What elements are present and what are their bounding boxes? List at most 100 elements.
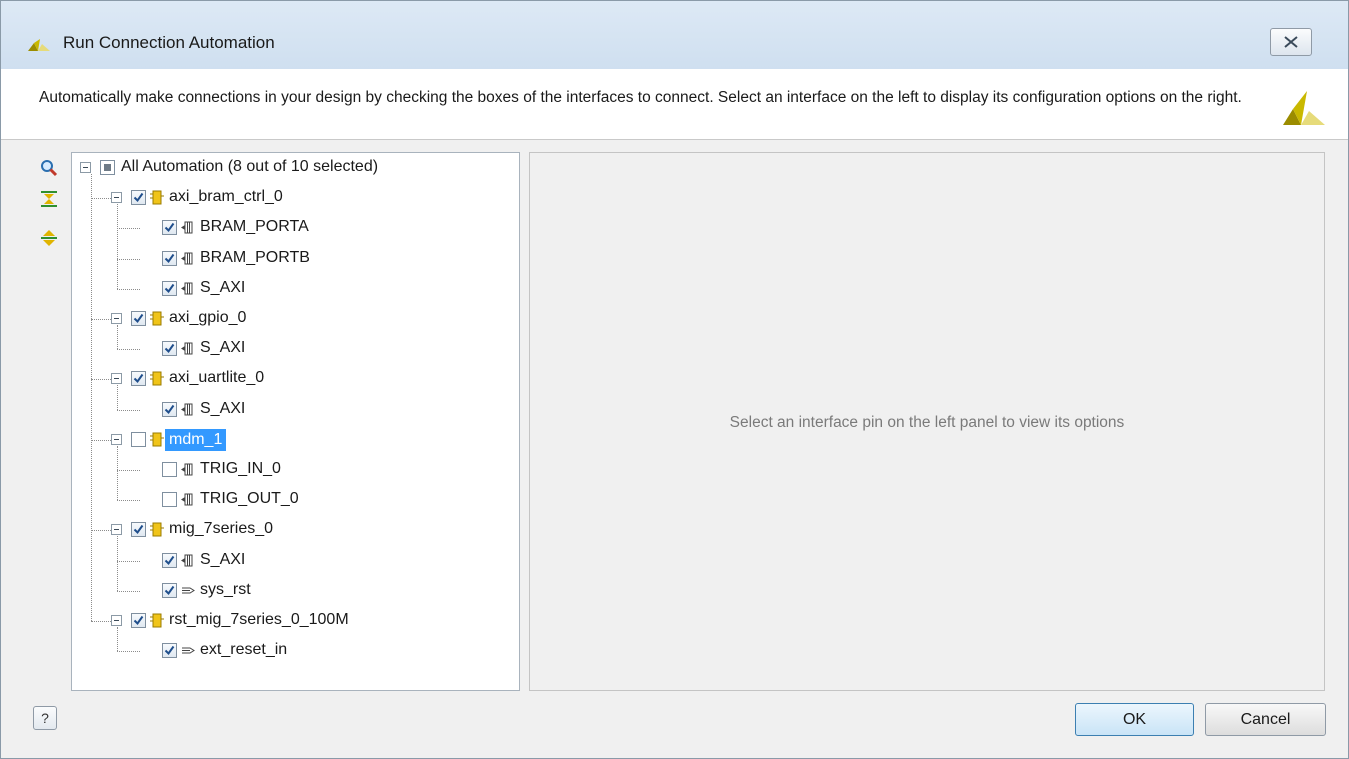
collapse-toggle-icon[interactable] [111,615,122,626]
help-button[interactable]: ? [33,706,57,730]
tree-label: S_AXI [200,399,246,417]
tree-label: All Automation (8 out of 10 selected) [121,158,379,175]
tree-connector [117,325,118,350]
tree-connector [117,385,118,410]
tree-node-axi_uartlite_0[interactable]: axi_uartlite_0 [72,364,519,394]
tree-connector [91,319,111,320]
collapse-toggle-icon[interactable] [111,373,122,385]
tree-connector [91,198,111,200]
tree-label: axi_uartlite_0 [169,369,265,387]
tree-connector [117,590,140,592]
cancel-button[interactable]: Cancel [1205,703,1326,736]
tree-connector [91,439,111,441]
tree-label: S_AXI [200,278,246,296]
collapse-toggle-icon[interactable] [111,192,122,204]
tree-label: TRIG_IN_0 [200,460,281,477]
collapse-toggle-icon[interactable] [111,313,122,324]
collapse-toggle-icon[interactable] [111,524,122,536]
search-icon[interactable] [40,159,58,177]
tree-node-rst_mig_7series_0_100M[interactable]: rst_mig_7series_0_100M [72,606,519,636]
tree-connector [91,621,111,622]
checkbox[interactable] [162,250,177,266]
description-bar: Automatically make connections in your d… [1,69,1348,140]
checkbox[interactable] [162,280,177,296]
tree-connector [117,560,140,562]
options-panel: Select an interface pin on the left pane… [529,152,1325,691]
checkbox[interactable] [131,190,146,206]
tree-node-mdm_1[interactable]: mdm_1 [72,425,519,455]
checkbox[interactable] [162,341,177,357]
tree-label: mig_7series_0 [169,520,274,538]
tree-label: mdm_1 [165,428,227,451]
checkbox[interactable] [131,431,146,447]
tree-label: BRAM_PORTA [200,218,309,236]
tree-connector [117,470,140,471]
interface-icon [181,462,195,477]
tree-connector [117,409,140,411]
collapse-all-icon[interactable] [40,190,58,208]
collapse-toggle-icon[interactable] [111,433,122,445]
tree-label: axi_bram_ctrl_0 [169,188,283,206]
interface-icon [181,220,195,235]
window-title: Run Connection Automation [63,33,275,52]
close-icon [1284,36,1298,48]
options-placeholder-text: Select an interface pin on the left pane… [729,414,1125,431]
tree-connector [117,228,140,230]
interface-icon [181,492,195,507]
checkbox[interactable] [131,371,146,387]
ip-block-icon [150,522,164,537]
tree-connector [117,627,118,652]
pin-icon [181,583,195,598]
tree-label: TRIG_OUT_0 [200,490,299,508]
vivado-brand-icon [1283,91,1325,125]
checkbox[interactable] [162,462,177,477]
tree-root[interactable]: All Automation (8 out of 10 selected) [72,153,519,183]
description-text: Automatically make connections in your d… [39,89,1242,106]
checkbox[interactable] [162,552,177,568]
tree-connector [117,349,140,351]
tree-connector [91,379,111,381]
vivado-logo-icon [28,39,50,51]
ip-block-icon [150,190,164,205]
collapse-toggle-icon[interactable] [80,162,91,173]
tree-node-axi_bram_ctrl_0[interactable]: axi_bram_ctrl_0 [72,183,519,213]
interface-icon [181,402,195,417]
checkbox[interactable] [162,492,177,508]
interface-icon [181,341,195,356]
tree-node-mig_7series_0[interactable]: mig_7series_0 [72,515,519,545]
tree-label: BRAM_PORTB [200,248,310,266]
tree-connector [117,445,118,501]
tree-label: ext_reset_in [200,641,288,659]
tree-connector [91,530,111,532]
expand-all-icon[interactable] [40,229,58,247]
tree-connector [117,288,140,290]
checkbox[interactable] [131,311,146,326]
checkbox[interactable] [131,613,146,628]
tree-label: rst_mig_7series_0_100M [169,611,349,628]
tree-connector [117,536,118,591]
pin-icon [181,643,195,658]
close-button[interactable] [1270,28,1312,56]
tree-connector [117,651,140,653]
tree-label: S_AXI [200,550,246,568]
ip-block-icon [150,613,164,628]
tree-node-axi_gpio_0[interactable]: axi_gpio_0 [72,304,519,334]
checkbox[interactable] [162,401,177,417]
tree-label: sys_rst [200,580,251,598]
checkbox[interactable] [162,220,177,236]
checkbox[interactable] [162,643,177,659]
tree-connector [91,174,92,621]
interface-icon [181,251,195,266]
tree-label: axi_gpio_0 [169,309,247,326]
ok-button[interactable]: OK [1075,703,1194,736]
checkbox[interactable] [131,522,146,538]
automation-tree[interactable]: All Automation (8 out of 10 selected) axi… [71,152,520,691]
tree-connector [117,258,140,260]
ip-block-icon [150,311,164,326]
tree-connector [117,204,118,289]
dialog-window: Run Connection Automation Automatically … [0,0,1349,759]
checkbox[interactable] [162,582,177,598]
title-bar: Run Connection Automation [1,1,1348,69]
tree-label: S_AXI [200,339,246,357]
checkbox[interactable] [100,160,115,175]
